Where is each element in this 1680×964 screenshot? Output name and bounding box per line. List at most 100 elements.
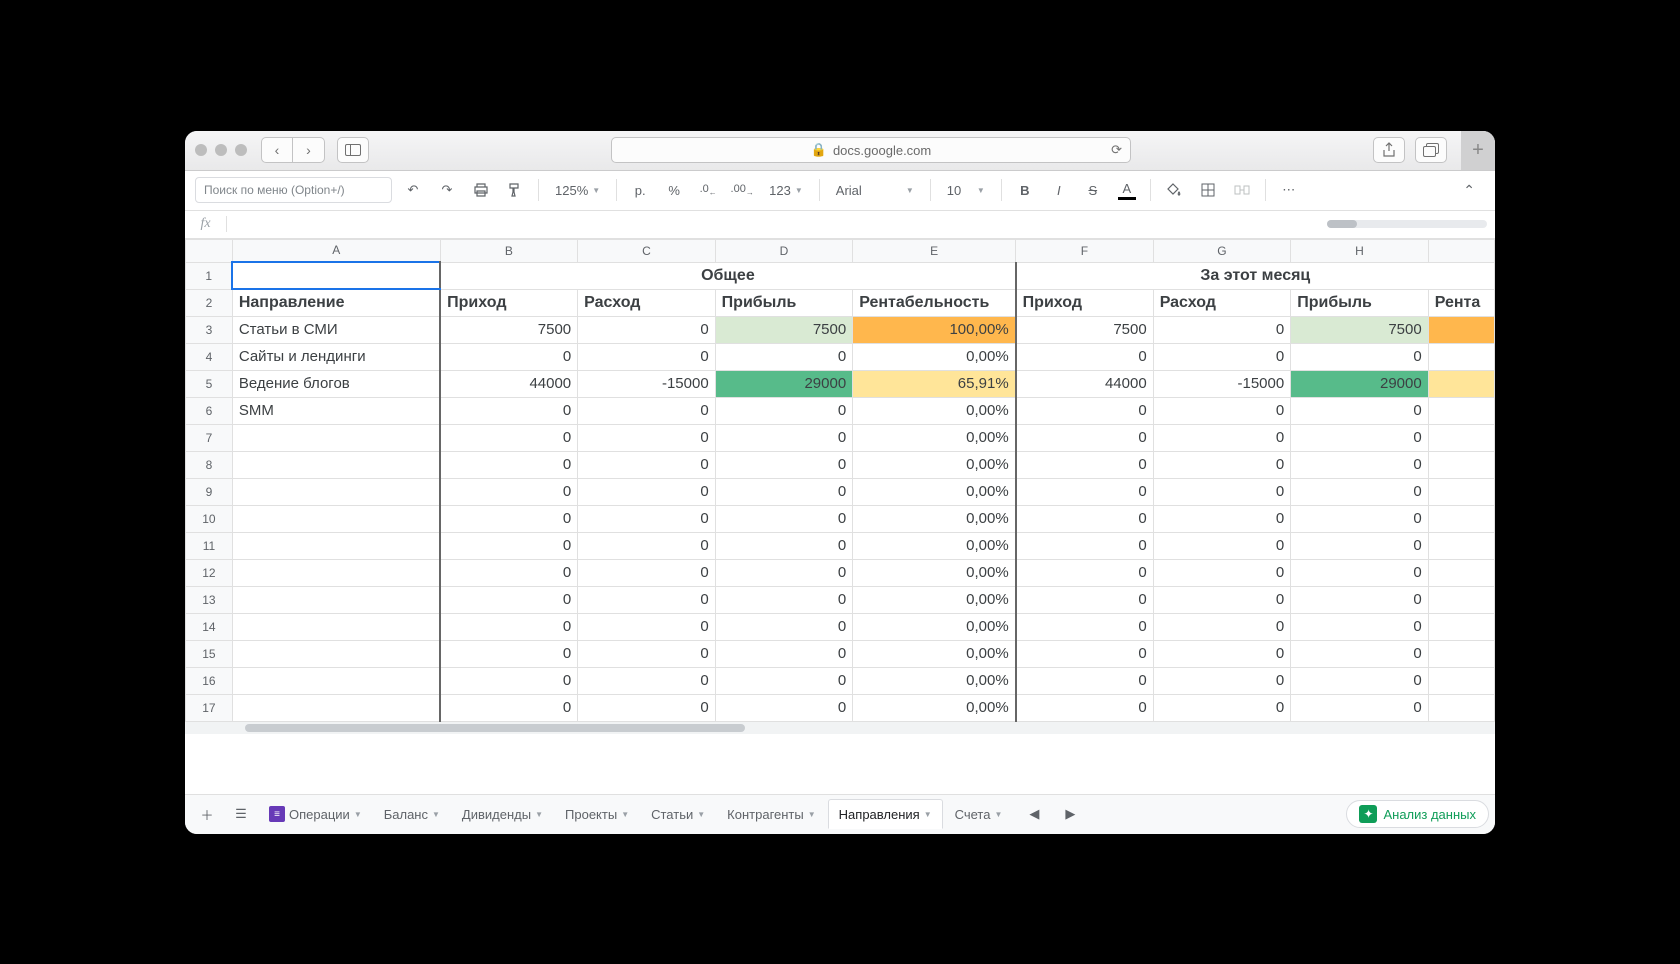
collapse-toolbar-button[interactable]: ⌃ <box>1453 182 1485 199</box>
cell[interactable]: 0 <box>440 505 578 532</box>
cell[interactable]: 0 <box>1291 532 1429 559</box>
cell[interactable] <box>1428 424 1494 451</box>
cell[interactable]: 7500 <box>1016 316 1154 343</box>
col-header-I[interactable] <box>1428 239 1494 262</box>
scroll-tabs-right-button[interactable]: ▶ <box>1054 800 1086 828</box>
cell[interactable]: 0 <box>1153 694 1291 721</box>
cell[interactable]: Приход <box>1016 289 1154 316</box>
cell[interactable]: 0 <box>1016 397 1154 424</box>
cell[interactable]: 0 <box>1153 586 1291 613</box>
cell[interactable]: 0 <box>1153 424 1291 451</box>
table-row[interactable]: 130000,00%000 <box>186 586 1495 613</box>
table-row[interactable]: 110000,00%000 <box>186 532 1495 559</box>
sheet-tab[interactable]: Статьи▼ <box>641 799 715 829</box>
cell[interactable]: 0 <box>715 559 853 586</box>
cell[interactable] <box>1428 478 1494 505</box>
bold-button[interactable]: B <box>1012 177 1038 203</box>
cell[interactable]: 0 <box>1153 478 1291 505</box>
sheet-tab[interactable]: Дивиденды▼ <box>452 799 553 829</box>
more-button[interactable]: ⋯ <box>1276 177 1302 203</box>
cell[interactable]: 0 <box>1016 559 1154 586</box>
cell[interactable]: Направление <box>232 289 440 316</box>
cell[interactable]: 0,00% <box>853 559 1016 586</box>
cell[interactable]: SMM <box>232 397 440 424</box>
cell[interactable]: 44000 <box>1016 370 1154 397</box>
row-header[interactable]: 13 <box>186 586 233 613</box>
cell[interactable]: 0 <box>1153 343 1291 370</box>
cell[interactable]: 29000 <box>1291 370 1429 397</box>
cell[interactable]: 0 <box>715 532 853 559</box>
cell[interactable]: 0 <box>578 478 716 505</box>
cell[interactable]: 0 <box>1153 451 1291 478</box>
add-sheet-button[interactable]: ＋ <box>191 800 223 828</box>
forward-button[interactable]: › <box>293 137 325 163</box>
table-row[interactable]: 6SMM0000,00%000 <box>186 397 1495 424</box>
cell[interactable] <box>1428 532 1494 559</box>
row-header[interactable]: 14 <box>186 613 233 640</box>
cell[interactable]: 0 <box>578 640 716 667</box>
cell[interactable]: 65,91% <box>853 370 1016 397</box>
row-header[interactable]: 12 <box>186 559 233 586</box>
cell[interactable]: 0 <box>440 397 578 424</box>
cell[interactable]: 0 <box>578 694 716 721</box>
cell[interactable]: Прибыль <box>715 289 853 316</box>
cell[interactable]: 0 <box>440 640 578 667</box>
cell[interactable] <box>232 694 440 721</box>
cell[interactable]: Рентабельность <box>853 289 1016 316</box>
cell[interactable]: 7500 <box>715 316 853 343</box>
cell[interactable]: 0 <box>440 343 578 370</box>
undo-button[interactable]: ↶ <box>400 177 426 203</box>
merge-cells-button[interactable] <box>1229 177 1255 203</box>
row-header[interactable]: 6 <box>186 397 233 424</box>
cell[interactable]: 0,00% <box>853 343 1016 370</box>
cell[interactable]: 0 <box>715 343 853 370</box>
formula-input[interactable] <box>227 211 1327 238</box>
cell[interactable]: 0 <box>440 694 578 721</box>
cell[interactable]: 0 <box>1153 316 1291 343</box>
italic-button[interactable]: I <box>1046 177 1072 203</box>
cell[interactable]: 0 <box>1291 505 1429 532</box>
text-color-button[interactable]: A <box>1114 177 1140 203</box>
col-header-F[interactable]: F <box>1016 239 1154 262</box>
cell[interactable]: 0 <box>1291 640 1429 667</box>
cell[interactable]: 0,00% <box>853 667 1016 694</box>
cell[interactable]: 0 <box>578 586 716 613</box>
col-header-A[interactable]: A <box>232 239 440 262</box>
cell[interactable]: 0 <box>440 667 578 694</box>
row-header[interactable]: 7 <box>186 424 233 451</box>
horizontal-scrollbar[interactable] <box>185 722 1495 734</box>
cell[interactable]: 0,00% <box>853 451 1016 478</box>
new-tab-button[interactable]: + <box>1461 131 1495 171</box>
cell[interactable]: 0 <box>1291 559 1429 586</box>
cell[interactable]: Расход <box>578 289 716 316</box>
cell[interactable] <box>1428 694 1494 721</box>
cell[interactable] <box>1428 451 1494 478</box>
cell[interactable] <box>1428 397 1494 424</box>
address-bar[interactable]: 🔒 docs.google.com ⟳ <box>611 137 1131 163</box>
cell[interactable]: 0 <box>715 694 853 721</box>
cell[interactable]: 0 <box>715 451 853 478</box>
row-header[interactable]: 9 <box>186 478 233 505</box>
cell[interactable]: 0 <box>440 613 578 640</box>
cell[interactable] <box>1428 559 1494 586</box>
cell[interactable] <box>1428 613 1494 640</box>
cell[interactable]: 0 <box>578 532 716 559</box>
table-row[interactable]: 4Сайты и лендинги0000,00%000 <box>186 343 1495 370</box>
col-header-G[interactable]: G <box>1153 239 1291 262</box>
cell[interactable]: 0 <box>1291 478 1429 505</box>
cell[interactable]: Расход <box>1153 289 1291 316</box>
row-header[interactable]: 5 <box>186 370 233 397</box>
sheet-tab[interactable]: Проекты▼ <box>555 799 639 829</box>
table-row[interactable]: 3Статьи в СМИ750007500100,00%750007500 <box>186 316 1495 343</box>
cell[interactable]: 0,00% <box>853 505 1016 532</box>
cell[interactable]: 0,00% <box>853 424 1016 451</box>
col-header-B[interactable]: B <box>440 239 578 262</box>
table-row[interactable]: 120000,00%000 <box>186 559 1495 586</box>
group-header-overall[interactable]: Общее <box>440 262 1016 289</box>
cell[interactable]: 0 <box>1016 667 1154 694</box>
cell[interactable] <box>232 640 440 667</box>
cell[interactable]: 0 <box>715 586 853 613</box>
cell[interactable] <box>232 478 440 505</box>
strikethrough-button[interactable]: S <box>1080 177 1106 203</box>
cell[interactable] <box>232 667 440 694</box>
